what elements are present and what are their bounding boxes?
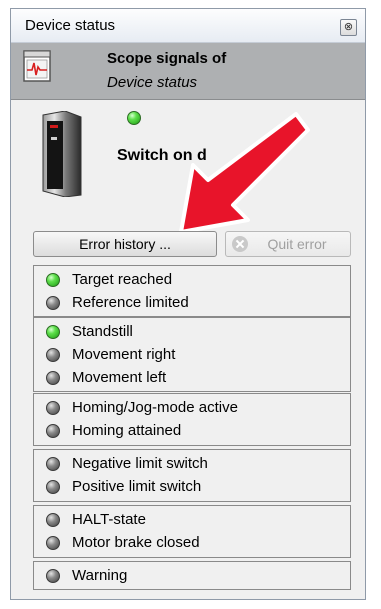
scope-signals-button[interactable]: Scope signals of Device status bbox=[11, 43, 365, 100]
homing-jog-mode-label: Homing/Jog-mode active bbox=[72, 399, 238, 416]
quit-error-button[interactable]: Quit error bbox=[225, 231, 351, 257]
list-item: Warning bbox=[34, 564, 350, 588]
list-item: Standstill bbox=[34, 320, 350, 344]
movement-right-label: Movement right bbox=[72, 346, 176, 363]
scope-title-line1: Scope signals of bbox=[107, 50, 227, 67]
homing-attained-label: Homing attained bbox=[72, 422, 182, 439]
scope-title-line2: Device status bbox=[107, 74, 198, 91]
motor-brake-led-icon bbox=[46, 536, 60, 550]
window-title: Device status bbox=[25, 17, 116, 34]
title-bar: Device status ⊗ bbox=[11, 9, 365, 43]
close-icon[interactable]: ⊗ bbox=[340, 19, 357, 36]
error-history-button[interactable]: Error history ... bbox=[33, 231, 217, 257]
list-item: HALT-state bbox=[34, 508, 350, 532]
halt-state-label: HALT-state bbox=[72, 511, 146, 528]
status-group-motion: Standstill Movement right Movement left bbox=[33, 317, 351, 392]
scope-signal-icon bbox=[23, 50, 51, 82]
list-item: Homing/Jog-mode active bbox=[34, 396, 350, 420]
red-arrow-annotation-icon bbox=[179, 112, 310, 234]
list-item: Positive limit switch bbox=[34, 475, 350, 499]
halt-state-led-icon bbox=[46, 513, 60, 527]
movement-right-led-icon bbox=[46, 348, 60, 362]
reference-limited-label: Reference limited bbox=[72, 294, 189, 311]
list-item: Homing attained bbox=[34, 419, 350, 443]
status-group-homing: Homing/Jog-mode active Homing attained bbox=[33, 393, 351, 446]
target-reached-label: Target reached bbox=[72, 271, 173, 288]
quit-error-label: Quit error bbox=[267, 236, 327, 252]
negative-limit-switch-led-icon bbox=[46, 457, 60, 471]
status-group-position: Target reached Reference limited bbox=[33, 265, 351, 317]
servo-drive-icon bbox=[42, 111, 82, 197]
status-group-limit-switches: Negative limit switch Positive limit swi… bbox=[33, 449, 351, 502]
negative-limit-switch-label: Negative limit switch bbox=[72, 455, 208, 472]
device-led-icon bbox=[127, 111, 141, 125]
status-group-warning: Warning bbox=[33, 561, 351, 590]
status-group-halt-brake: HALT-state Motor brake closed bbox=[33, 505, 351, 558]
list-item: Motor brake closed bbox=[34, 531, 350, 555]
reference-limited-led-icon bbox=[46, 296, 60, 310]
warning-label: Warning bbox=[72, 567, 128, 584]
homing-attained-led-icon bbox=[46, 424, 60, 438]
positive-limit-switch-label: Positive limit switch bbox=[72, 478, 202, 495]
device-status-panel: Device status ⊗ Scope signals of Device … bbox=[10, 8, 366, 600]
movement-left-led-icon bbox=[46, 371, 60, 385]
motor-brake-label: Motor brake closed bbox=[72, 534, 200, 551]
list-item: Negative limit switch bbox=[34, 452, 350, 476]
standstill-led-icon bbox=[46, 325, 60, 339]
movement-left-label: Movement left bbox=[72, 369, 167, 386]
homing-jog-mode-led-icon bbox=[46, 401, 60, 415]
warning-led-icon bbox=[46, 569, 60, 583]
target-reached-led-icon bbox=[46, 273, 60, 287]
standstill-label: Standstill bbox=[72, 323, 133, 340]
positive-limit-switch-led-icon bbox=[46, 480, 60, 494]
list-item: Movement right bbox=[34, 343, 350, 367]
list-item: Reference limited bbox=[34, 291, 350, 315]
list-item: Target reached bbox=[34, 268, 350, 292]
quit-error-icon bbox=[232, 236, 248, 252]
list-item: Movement left bbox=[34, 366, 350, 390]
